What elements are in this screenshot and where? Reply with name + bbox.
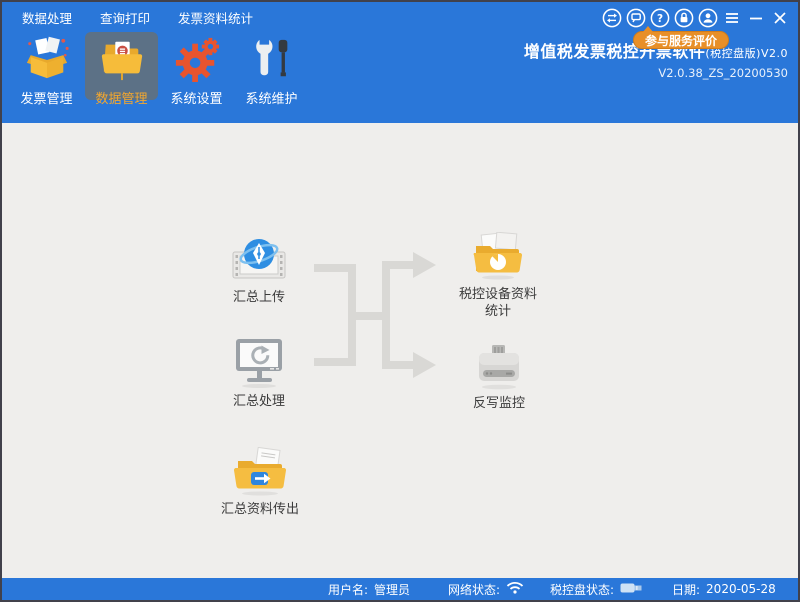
item-summary-processing[interactable]: 汇总处理 <box>209 333 309 411</box>
status-user-label: 用户名: <box>328 581 368 598</box>
status-date: 日期: 2020-05-28 <box>672 578 776 600</box>
item-writeback-monitoring[interactable]: 反写监控 <box>449 335 549 413</box>
menu-invoice-stats[interactable]: 发票资料统计 <box>178 8 253 27</box>
item-label: 汇总资料传出 <box>221 502 299 519</box>
app-version: V2.0.38_ZS_20200530 <box>524 66 788 80</box>
feedback-icon[interactable] <box>626 8 646 28</box>
data-folder-icon <box>99 36 145 86</box>
app-window: 数据处理 查询打印 发票资料统计 ? <box>0 0 800 602</box>
status-network: 网络状态: <box>448 578 524 600</box>
minimize-icon[interactable] <box>746 8 766 28</box>
item-tax-device-stats[interactable]: 税控设备资料统计 <box>448 226 548 321</box>
folder-export-icon <box>231 441 289 497</box>
wifi-icon <box>506 581 524 597</box>
nav-label: 数据管理 <box>95 88 147 107</box>
sync-icon[interactable] <box>602 8 622 28</box>
nav-system-settings[interactable]: 系统设置 <box>160 32 233 100</box>
nav-system-maintenance[interactable]: 系统维护 <box>235 32 308 100</box>
main-area: 汇总上传 税控设备资料统计 <box>2 123 798 578</box>
nav-label: 系统维护 <box>245 88 297 107</box>
menu-icon[interactable] <box>722 8 742 28</box>
lock-icon[interactable] <box>674 8 694 28</box>
status-tax-device: 税控盘状态: <box>550 578 644 600</box>
nav-label: 系统设置 <box>170 88 222 107</box>
menu-query-print[interactable]: 查询打印 <box>100 8 150 27</box>
status-user: 用户名: 管理员 <box>328 578 410 600</box>
status-device-label: 税控盘状态: <box>550 581 614 598</box>
monitor-refresh-icon <box>232 333 286 389</box>
close-icon[interactable] <box>770 8 790 28</box>
globe-pen-icon <box>232 229 286 285</box>
item-label: 汇总上传 <box>233 290 285 307</box>
menu-data-processing[interactable]: 数据处理 <box>22 8 72 27</box>
item-label: 汇总处理 <box>233 394 285 411</box>
svg-text:?: ? <box>657 13 663 25</box>
nav-invoice-management[interactable]: 发票管理 <box>10 32 83 100</box>
status-date-value: 2020-05-28 <box>706 582 776 596</box>
user-icon[interactable] <box>698 8 718 28</box>
tools-icon <box>249 36 295 86</box>
flow-connector-arrows <box>308 238 440 382</box>
service-evaluation-tooltip[interactable]: 参与服务评价 <box>633 31 729 49</box>
nav-data-management[interactable]: 数据管理 <box>85 32 158 100</box>
status-network-label: 网络状态: <box>448 581 500 598</box>
folder-piechart-icon <box>470 226 526 282</box>
status-date-label: 日期: <box>672 581 700 598</box>
item-summary-export[interactable]: 汇总资料传出 <box>210 441 310 519</box>
status-user-value: 管理员 <box>374 581 410 598</box>
statusbar: 用户名: 管理员 网络状态: 税控盘状态: <box>2 578 798 600</box>
tax-device-icon <box>472 335 526 391</box>
gears-icon <box>174 36 220 86</box>
invoice-box-icon <box>24 36 70 86</box>
toolbar: 发票管理 数据管理 <box>10 32 308 100</box>
usb-device-icon <box>620 582 644 597</box>
item-label: 反写监控 <box>473 396 525 413</box>
nav-label: 发票管理 <box>20 88 72 107</box>
window-controls: ? <box>602 8 790 28</box>
item-summary-upload[interactable]: 汇总上传 <box>209 229 309 307</box>
header: 数据处理 查询打印 发票资料统计 ? <box>2 2 798 123</box>
item-label: 税控设备资料统计 <box>455 287 541 321</box>
help-icon[interactable]: ? <box>650 8 670 28</box>
